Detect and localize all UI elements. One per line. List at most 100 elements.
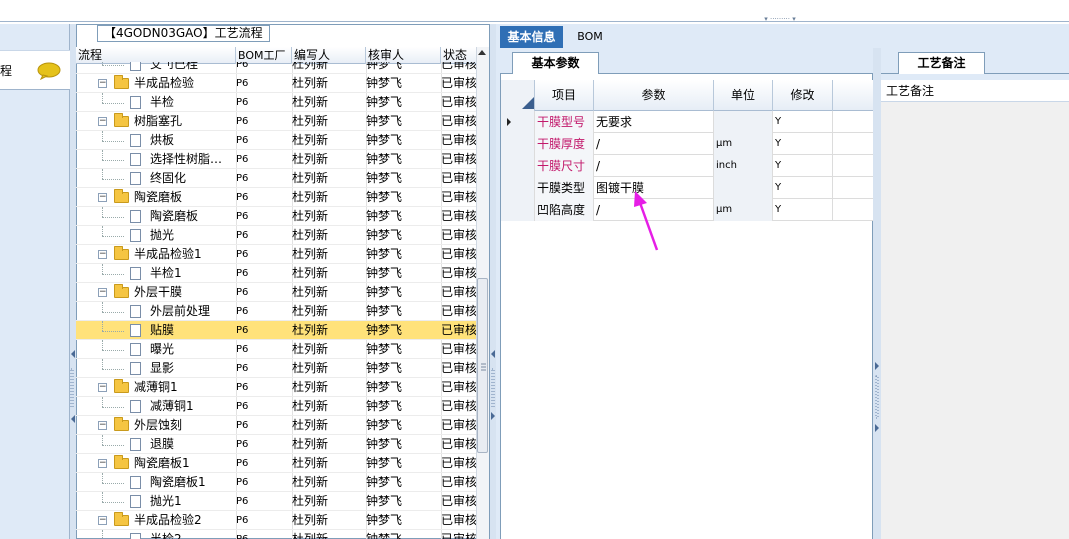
notes-textarea[interactable]	[881, 102, 1069, 539]
right-splitter[interactable]	[873, 48, 881, 539]
tree-node-label: 半检1	[150, 266, 182, 280]
tree-group-row[interactable]: − 半成品检验 P6 杜列新 钟梦飞 已审核	[76, 74, 476, 93]
param-value-cell[interactable]: /	[594, 155, 714, 177]
notes-header: 工艺备注	[881, 80, 1069, 102]
tree-node-label: 外层干膜	[134, 285, 183, 299]
bom-cell: P6	[236, 515, 249, 526]
document-icon	[130, 476, 141, 489]
reviewer-cell: 钟梦飞	[366, 228, 403, 242]
tab-basic-params[interactable]: 基本参数	[512, 52, 599, 74]
collapse-toggle-icon[interactable]: −	[98, 117, 107, 126]
tree-group-row[interactable]: − 陶瓷磨板 P6 杜列新 钟梦飞 已审核	[76, 188, 476, 207]
tree-step-row[interactable]: 贴膜 P6 杜列新 钟梦飞 已审核	[76, 321, 476, 340]
document-icon	[130, 362, 141, 375]
tree-step-row[interactable]: 选择性树脂… P6 杜列新 钟梦飞 已审核	[76, 150, 476, 169]
reviewer-cell: 钟梦飞	[366, 475, 403, 489]
collapse-toggle-icon[interactable]: −	[98, 383, 107, 392]
tree-node-label: 抛光1	[150, 494, 182, 508]
tree-group-row[interactable]: − 半成品检验2 P6 杜列新 钟梦飞 已审核	[76, 511, 476, 530]
tree-guide-line	[102, 217, 124, 218]
tree-group-row[interactable]: − 树脂塞孔 P6 杜列新 钟梦飞 已审核	[76, 112, 476, 131]
collapse-toggle-icon[interactable]: −	[98, 79, 107, 88]
collapse-toggle-icon[interactable]: −	[98, 516, 107, 525]
collapse-toggle-icon[interactable]: −	[98, 421, 107, 430]
param-row[interactable]: 干膜尺寸 / inch Y	[501, 155, 874, 177]
param-header-param[interactable]: 参数	[594, 80, 714, 111]
reviewer-cell: 钟梦飞	[366, 456, 403, 470]
tree-step-row[interactable]: 陶瓷磨板1 P6 杜列新 钟梦飞 已审核	[76, 473, 476, 492]
top-splitter-grip[interactable]: ▾ ········· ▾	[745, 16, 815, 23]
tree-step-row[interactable]: 半检 P6 杜列新 钟梦飞 已审核	[76, 93, 476, 112]
param-blank-cell	[833, 111, 874, 133]
reviewer-cell: 钟梦飞	[366, 494, 403, 508]
param-row[interactable]: 干膜型号 无要求 Y	[501, 111, 874, 133]
tree-guide-line	[102, 264, 103, 274]
writer-cell: 杜列新	[292, 342, 329, 356]
tree-step-row[interactable]: 半检2 P6杜列新 钟梦飞 已审核	[76, 530, 476, 539]
select-all-corner[interactable]	[501, 80, 535, 111]
annotation-arrow-icon	[634, 191, 659, 251]
status-cell: 已审核	[441, 62, 476, 71]
tree-node-label: 树脂塞孔	[134, 114, 183, 128]
collapse-toggle-icon[interactable]: −	[98, 193, 107, 202]
param-header-unit[interactable]: 单位	[714, 80, 773, 111]
tree-step-row[interactable]: 陶瓷磨板 P6 杜列新 钟梦飞 已审核	[76, 207, 476, 226]
document-icon	[130, 210, 141, 223]
writer-cell: 杜列新	[292, 228, 329, 242]
param-header-modify[interactable]: 修改	[773, 80, 833, 111]
tree-node-label: 半成品检验	[134, 76, 195, 90]
row-indicator[interactable]	[501, 155, 535, 177]
collapse-toggle-icon[interactable]: −	[98, 288, 107, 297]
bom-cell: P6	[236, 530, 292, 539]
tree-step-row[interactable]: 退膜 P6 杜列新 钟梦飞 已审核	[76, 435, 476, 454]
tree-node-label: 减薄铜1	[150, 399, 194, 413]
tree-group-row[interactable]: − 外层干膜 P6 杜列新 钟梦飞 已审核	[76, 283, 476, 302]
tree-step-row[interactable]: 抛光 P6 杜列新 钟梦飞 已审核	[76, 226, 476, 245]
tree-group-row[interactable]: − 陶瓷磨板1 P6 杜列新 钟梦飞 已审核	[76, 454, 476, 473]
tree-step-row[interactable]: 曝光 P6 杜列新 钟梦飞 已审核	[76, 340, 476, 359]
collapse-toggle-icon[interactable]: −	[98, 459, 107, 468]
tree-step-row[interactable]: 艾刂巳桂 P6 杜列新 钟梦飞 已审核	[76, 62, 476, 74]
tree-group-row[interactable]: − 减薄铜1 P6 杜列新 钟梦飞 已审核	[76, 378, 476, 397]
tab-basic-info[interactable]: 基本信息	[500, 26, 563, 48]
tree-step-row[interactable]: 抛光1 P6 杜列新 钟梦飞 已审核	[76, 492, 476, 511]
param-value-cell[interactable]: 无要求	[594, 111, 714, 133]
speech-bubble-icon[interactable]	[37, 62, 61, 80]
param-row[interactable]: 干膜厚度 / μm Y	[501, 133, 874, 155]
param-row[interactable]: 凹陷高度 / μm Y	[501, 199, 874, 221]
tree-guide-line	[102, 160, 124, 161]
tree-step-row[interactable]: 显影 P6 杜列新 钟梦飞 已审核	[76, 359, 476, 378]
status-cell: 已审核	[441, 190, 476, 204]
document-icon	[130, 229, 141, 242]
scroll-up-arrow-icon[interactable]	[478, 50, 486, 55]
left-panel	[0, 24, 70, 539]
tree-guide-line	[102, 65, 124, 66]
row-indicator[interactable]	[501, 177, 535, 199]
folder-icon	[114, 284, 129, 298]
tree-scrollbar-thumb[interactable]	[477, 278, 488, 453]
tree-step-row[interactable]: 半检1 P6 杜列新 钟梦飞 已审核	[76, 264, 476, 283]
tree-step-row[interactable]: 终固化 P6 杜列新 钟梦飞 已审核	[76, 169, 476, 188]
status-cell: 已审核	[441, 323, 476, 337]
tree-group-row[interactable]: − 外层蚀刻 P6 杜列新 钟梦飞 已审核	[76, 416, 476, 435]
row-indicator[interactable]	[501, 111, 535, 133]
tab-bom[interactable]: BOM	[570, 26, 610, 48]
tree-guide-line	[102, 502, 124, 503]
collapse-toggle-icon[interactable]: −	[98, 250, 107, 259]
reviewer-cell: 钟梦飞	[366, 133, 403, 147]
tab-process-notes[interactable]: 工艺备注	[898, 52, 985, 74]
tree-group-row[interactable]: − 半成品检验1 P6 杜列新 钟梦飞 已审核	[76, 245, 476, 264]
param-value-cell[interactable]: /	[594, 133, 714, 155]
tree-step-row[interactable]: 减薄铜1 P6 杜列新 钟梦飞 已审核	[76, 397, 476, 416]
left-panel-label: 程	[0, 64, 13, 78]
writer-cell: 杜列新	[292, 62, 329, 71]
param-header-item[interactable]: 项目	[535, 80, 594, 111]
row-indicator[interactable]	[501, 199, 535, 221]
writer-cell: 杜列新	[292, 266, 329, 280]
tree-step-row[interactable]: 外层前处理 P6 杜列新 钟梦飞 已审核	[76, 302, 476, 321]
tree-step-row[interactable]: 烘板 P6 杜列新 钟梦飞 已审核	[76, 131, 476, 150]
param-row[interactable]: 干膜类型 图镀干膜 Y	[501, 177, 874, 199]
writer-cell: 杜列新	[292, 171, 329, 185]
row-indicator[interactable]	[501, 133, 535, 155]
tree-guide-line	[102, 150, 103, 160]
